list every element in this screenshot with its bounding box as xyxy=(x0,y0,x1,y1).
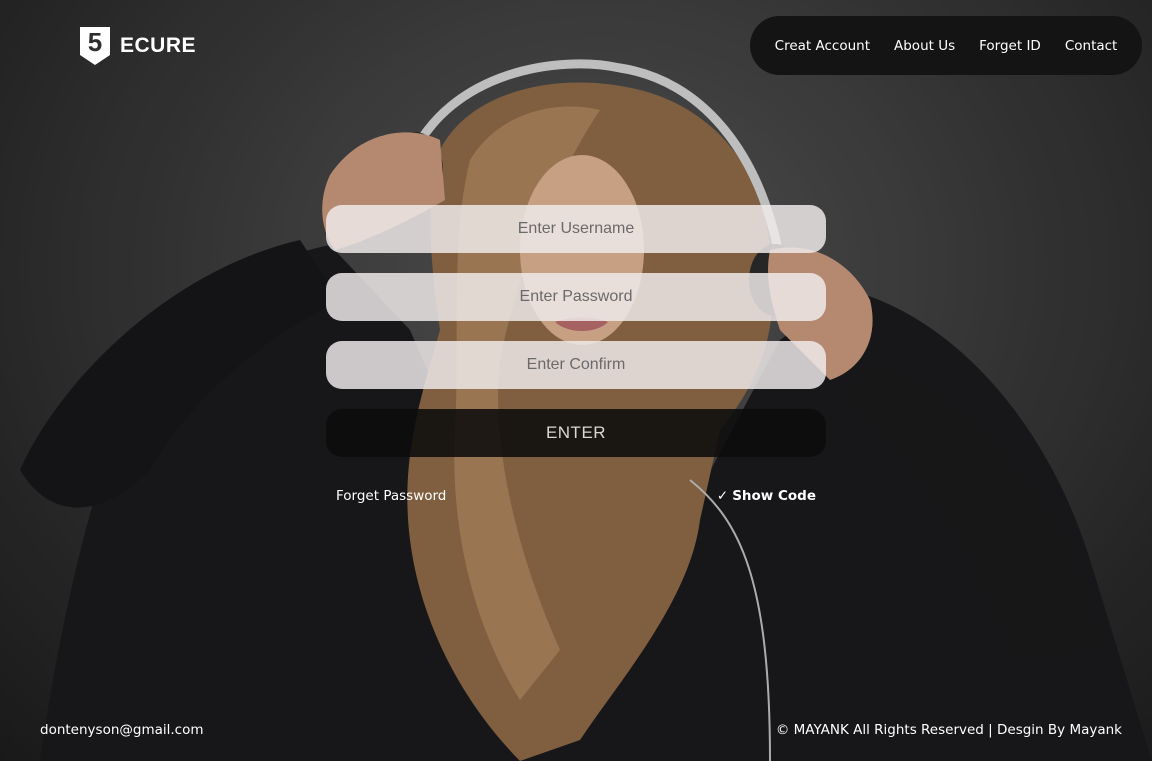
show-code-label: Show Code xyxy=(732,488,816,504)
nav-item-creat-account[interactable]: Creat Account xyxy=(775,38,870,54)
forget-password-link[interactable]: Forget Password xyxy=(336,488,446,504)
brand-logo[interactable]: 5 ECURE xyxy=(80,27,196,65)
checkmark-icon: ✓ xyxy=(716,488,729,504)
nav-item-about-us[interactable]: About Us xyxy=(894,38,955,54)
form-links-row: Forget Password ✓ Show Code xyxy=(336,488,816,508)
login-form: ENTER xyxy=(326,205,826,457)
top-nav: Creat Account About Us Forget ID Contact xyxy=(750,16,1142,75)
shield-five-logo-icon: 5 xyxy=(80,27,110,65)
username-input[interactable] xyxy=(326,205,826,253)
footer-copyright: © MAYANK All Rights Reserved | Desgin By… xyxy=(775,722,1122,738)
confirm-input[interactable] xyxy=(326,341,826,389)
show-code-toggle[interactable]: ✓ Show Code xyxy=(717,488,816,504)
nav-item-contact[interactable]: Contact xyxy=(1065,38,1118,54)
password-input[interactable] xyxy=(326,273,826,321)
logo-glyph: 5 xyxy=(88,27,102,57)
footer-email: dontenyson@gmail.com xyxy=(40,722,204,738)
nav-item-forget-id[interactable]: Forget ID xyxy=(979,38,1041,54)
brand-name: ECURE xyxy=(120,34,197,57)
enter-button[interactable]: ENTER xyxy=(326,409,826,457)
